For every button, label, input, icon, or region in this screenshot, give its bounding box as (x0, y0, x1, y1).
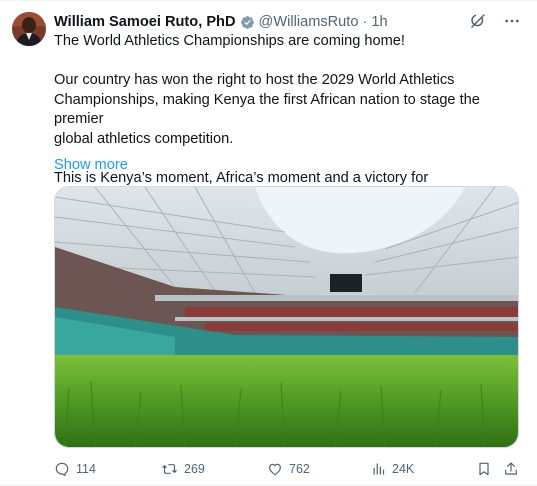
tweet[interactable]: William Samoei Ruto, PhD @WilliamsRuto ·… (0, 0, 537, 486)
tweet-media-image[interactable] (54, 186, 519, 448)
reply-button[interactable]: 114 (54, 458, 96, 480)
separator-dot: · (362, 14, 368, 30)
repost-button[interactable]: 269 (161, 458, 205, 480)
share-icon (503, 461, 519, 477)
views-icon (371, 461, 386, 477)
verified-badge-icon (240, 15, 255, 30)
top-actions (467, 10, 523, 32)
repost-count: 269 (184, 462, 205, 476)
share-button[interactable] (503, 458, 519, 480)
author-handle[interactable]: @WilliamsRuto (259, 14, 359, 30)
like-count: 762 (289, 462, 310, 476)
author-name[interactable]: William Samoei Ruto, PhD (54, 14, 236, 30)
tweet-line: The World Athletics Championships are co… (54, 33, 405, 49)
views-button[interactable]: 24K (371, 458, 414, 480)
like-button[interactable]: 762 (267, 458, 310, 480)
reply-count: 114 (76, 462, 96, 476)
views-count: 24K (392, 462, 415, 476)
repost-icon (161, 461, 178, 477)
avatar[interactable] (12, 12, 46, 46)
tweet-actions-bar: 114 269 762 24K (54, 458, 520, 480)
tweet-line: Our country has won the right to host th… (54, 72, 455, 88)
tweet-header: William Samoei Ruto, PhD @WilliamsRuto ·… (54, 12, 388, 32)
tweet-line: global athletics competition. (54, 130, 234, 147)
tweet-line: Championships, making Kenya the first Af… (54, 91, 480, 128)
more-icon[interactable] (501, 10, 523, 32)
show-more-link[interactable]: Show more (54, 157, 128, 173)
bookmark-button[interactable] (476, 458, 492, 480)
grok-icon[interactable] (467, 10, 489, 32)
reply-icon (54, 461, 70, 477)
bookmark-icon (476, 461, 492, 477)
tweet-timestamp[interactable]: 1h (371, 14, 387, 30)
like-icon (267, 461, 283, 477)
